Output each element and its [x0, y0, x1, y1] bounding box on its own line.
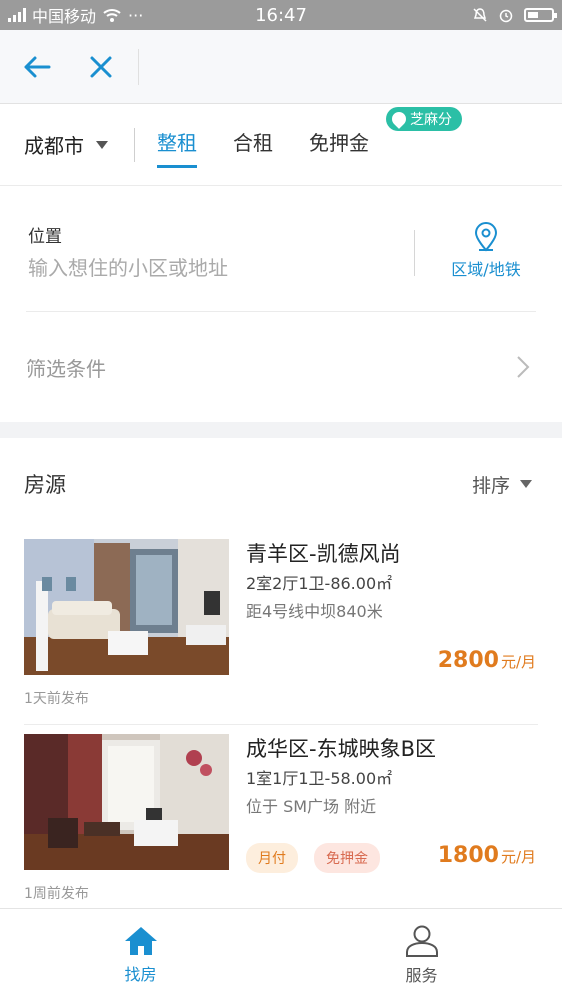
sort-button[interactable]: 排序: [472, 471, 532, 498]
listing-spec: 1室1厅1卫-58.00㎡: [246, 769, 393, 788]
listing-price: 1800 元/月: [438, 843, 536, 868]
zhima-score-badge: 芝麻分: [386, 107, 462, 131]
listing-title: 青羊区-凯德风尚: [246, 542, 401, 566]
listing-card[interactable]: 青羊区-凯德风尚 2室2厅1卫-86.00㎡ 距4号线中坝840米 2800 元/…: [24, 530, 538, 725]
battery-icon: [524, 8, 557, 22]
listing-location: 位于 SM广场 附近: [246, 797, 377, 816]
location-divider: [414, 230, 415, 276]
tab-no-deposit[interactable]: 免押金: [309, 127, 369, 162]
rent-type-tabs: 成都市 整租 合租 免押金 芝麻分: [0, 104, 562, 186]
arrow-left-icon: [24, 56, 51, 77]
nav-bar: [0, 30, 562, 104]
status-time: 16:47: [255, 4, 307, 26]
status-bar: 中国移动 ··· 16:47: [0, 0, 562, 30]
listing-photo: [24, 734, 229, 870]
filter-conditions-label: 筛选条件: [26, 356, 106, 381]
city-selector[interactable]: 成都市: [0, 130, 134, 159]
chevron-down-icon: [96, 140, 108, 149]
city-label: 成都市: [24, 134, 84, 158]
listing-price: 2800 元/月: [438, 648, 536, 673]
tab-find-house-label: 找房: [124, 964, 157, 984]
price-unit: 元/月: [500, 848, 536, 866]
close-button[interactable]: [78, 44, 124, 90]
tab-services-label: 服务: [405, 965, 438, 985]
chevron-right-icon: [517, 356, 530, 378]
price-value: 2800: [437, 648, 499, 673]
user-icon: [405, 925, 438, 957]
listings-title: 房源: [24, 473, 66, 497]
location-label: 位置: [28, 227, 62, 247]
tab-whole-rent[interactable]: 整租: [157, 127, 197, 168]
price-unit: 元/月: [500, 653, 536, 671]
chevron-down-icon: [520, 480, 532, 488]
area-subway-label: 区域/地铁: [451, 260, 521, 279]
search-panel: 成都市 整租 合租 免押金 芝麻分 位置 区域/地铁 筛选条件: [0, 104, 562, 422]
nav-divider: [138, 48, 139, 85]
listing-spec: 2室2厅1卫-86.00㎡: [246, 574, 393, 593]
map-pin-icon: [474, 222, 498, 252]
listing-title: 成华区-东城映象B区: [246, 737, 436, 761]
tag-monthly-pay: 月付: [246, 843, 298, 873]
location-search-input[interactable]: [28, 256, 388, 280]
listing-tags: 月付 免押金: [246, 843, 380, 873]
tab-services[interactable]: 服务: [281, 909, 562, 1000]
listing-posted-time: 1天前发布: [24, 691, 89, 707]
filter-conditions-row[interactable]: 筛选条件: [0, 312, 562, 422]
listing-card[interactable]: 成华区-东城映象B区 1室1厅1卫-58.00㎡ 位于 SM广场 附近 月付 免…: [24, 725, 538, 908]
back-button[interactable]: [14, 44, 60, 90]
listings-header: 房源 排序: [0, 438, 562, 530]
bottom-tab-bar: 找房 服务: [0, 908, 562, 1000]
zhima-badge-label: 芝麻分: [410, 112, 452, 128]
home-icon: [124, 926, 157, 955]
price-value: 1800: [437, 843, 499, 868]
zhima-leaf-icon: [389, 109, 409, 129]
listings-section: 房源 排序 青羊区-凯德风尚 2室2厅1卫-86.00㎡ 距4号线中坝840米 …: [0, 438, 562, 908]
listing-photo: [24, 539, 229, 675]
tab-find-house[interactable]: 找房: [0, 909, 281, 1000]
location-section: 位置 区域/地铁: [26, 186, 536, 312]
tab-divider: [134, 127, 135, 162]
tab-shared-rent[interactable]: 合租: [233, 127, 273, 162]
listing-posted-time: 1周前发布: [24, 886, 89, 902]
tag-no-deposit: 免押金: [314, 843, 380, 873]
close-icon: [90, 56, 112, 77]
area-subway-button[interactable]: 区域/地铁: [434, 222, 538, 280]
listing-location: 距4号线中坝840米: [246, 602, 383, 621]
sort-label: 排序: [471, 474, 510, 497]
